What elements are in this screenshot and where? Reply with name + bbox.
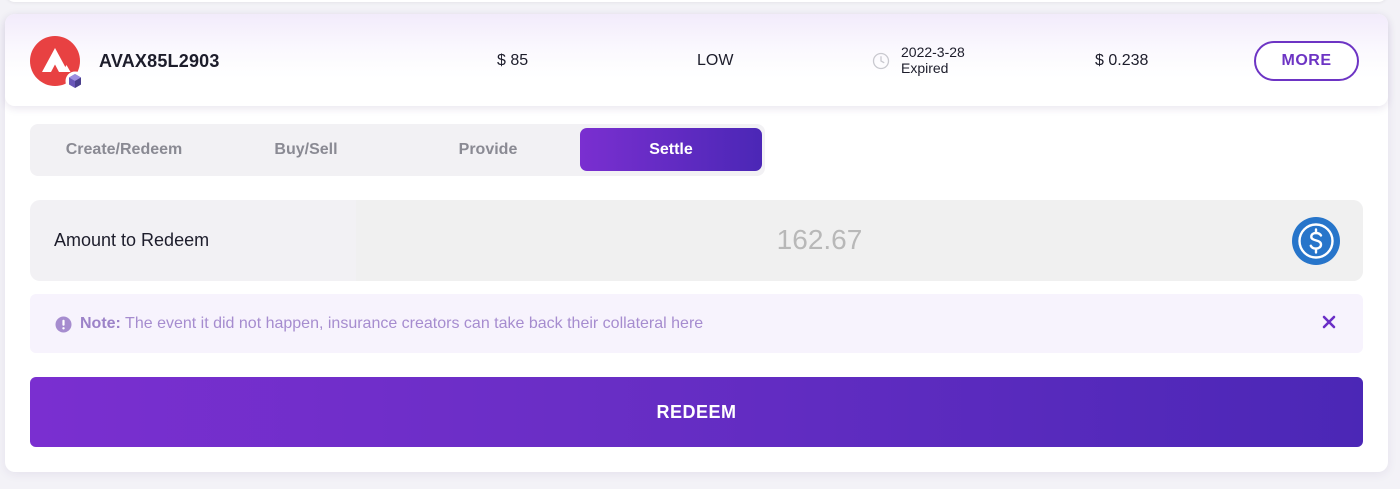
premium-price: $ 0.238: [1095, 52, 1149, 69]
tab-settle[interactable]: Settle: [580, 128, 762, 171]
token-name: AVAX85L2903: [99, 51, 220, 71]
shield-badge-icon: [65, 71, 85, 91]
product-card: AVAX85L2903 $ 85 LOW 2022-3-28 Expired $…: [5, 14, 1388, 472]
expiry-date: 2022-3-28: [901, 44, 965, 60]
clock-icon: [872, 52, 890, 70]
product-header: AVAX85L2903 $ 85 LOW 2022-3-28 Expired $…: [5, 14, 1388, 106]
note-banner: Note: The event it did not happen, insur…: [30, 294, 1363, 353]
tab-create-redeem[interactable]: Create/Redeem: [33, 128, 215, 171]
amount-label: Amount to Redeem: [54, 230, 210, 250]
amount-row: Amount to Redeem 162.67: [30, 200, 1363, 281]
strike-price: $ 85: [497, 52, 529, 69]
action-tabs: Create/Redeem Buy/Sell Provide Settle: [30, 124, 765, 176]
previous-card-edge: [5, 0, 1388, 2]
redeem-button[interactable]: REDEEM: [30, 377, 1363, 447]
note-text: Note: The event it did not happen, insur…: [80, 315, 703, 333]
token-logo: [30, 36, 85, 91]
note-message: The event it did not happen, insurance c…: [120, 315, 704, 332]
note-prefix: Note:: [80, 315, 121, 332]
expiry-status: Expired: [901, 60, 949, 76]
risk-level: LOW: [697, 52, 734, 69]
expiry-block: 2022-3-28 Expired: [901, 44, 965, 76]
amount-input[interactable]: 162.67: [356, 200, 1363, 281]
amount-value: 162.67: [776, 224, 863, 255]
info-icon: [55, 316, 72, 333]
usdc-icon: [1291, 216, 1341, 266]
tab-provide[interactable]: Provide: [397, 128, 579, 171]
close-icon[interactable]: [1321, 314, 1337, 330]
tab-buy-sell[interactable]: Buy/Sell: [215, 128, 397, 171]
more-button[interactable]: MORE: [1254, 41, 1359, 81]
